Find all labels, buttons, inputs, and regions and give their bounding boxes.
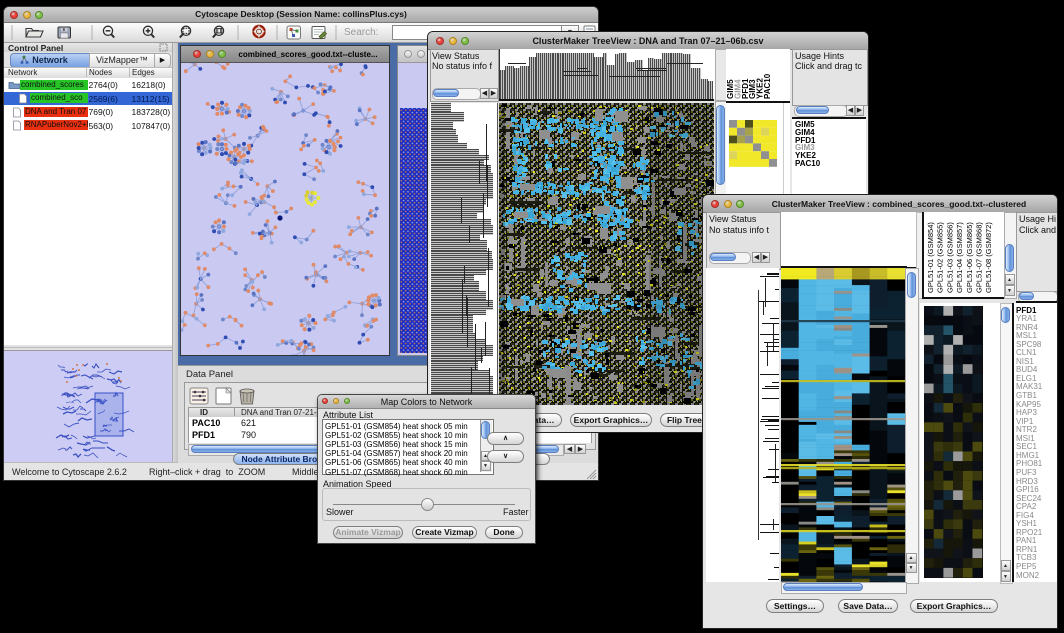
- svg-text:GPL51-07 (GSM868): GPL51-07 (GSM868): [975, 222, 984, 293]
- svg-text:GPL51-01 (GSM854): GPL51-01 (GSM854): [926, 222, 935, 293]
- svg-text:GPL51-03 (GSM856): GPL51-03 (GSM856): [945, 222, 954, 293]
- svg-text:GPL51-06 (GSM865): GPL51-06 (GSM865): [965, 222, 974, 293]
- svg-text:GPL51-08 (GSM872): GPL51-08 (GSM872): [984, 222, 993, 293]
- svg-text:PAC10: PAC10: [763, 73, 772, 99]
- svg-text:GPL51-02 (GSM855): GPL51-02 (GSM855): [936, 222, 945, 293]
- svg-text:GPL51-04 (GSM857): GPL51-04 (GSM857): [955, 222, 964, 293]
